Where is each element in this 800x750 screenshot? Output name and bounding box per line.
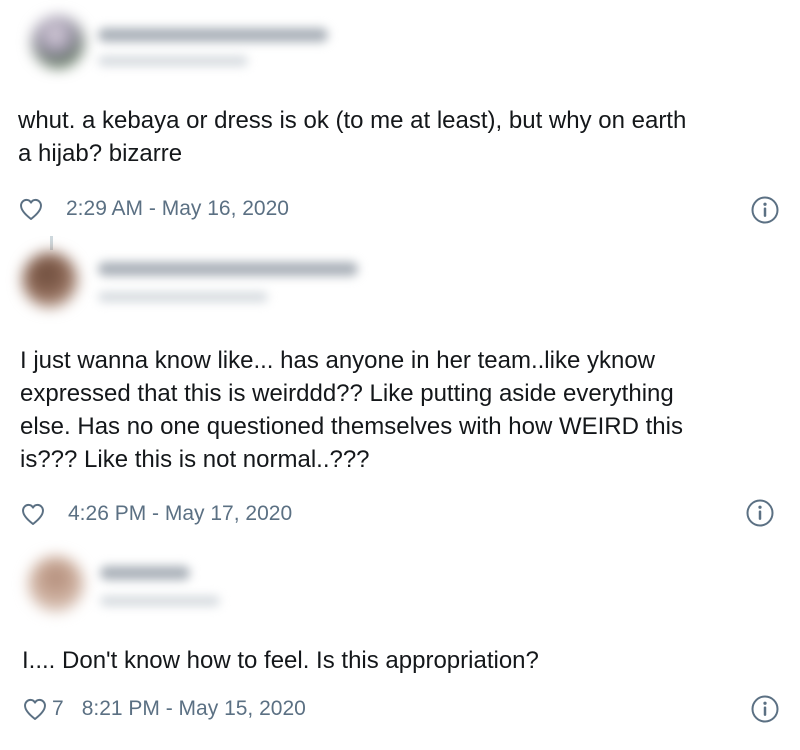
tweet-text-line: whut. a kebaya or dress is ok (to me at … xyxy=(18,107,687,134)
tweet-meta: 2:29 AM - May 16, 2020 xyxy=(18,194,289,224)
heart-icon[interactable] xyxy=(18,196,44,222)
author-name-blurred[interactable] xyxy=(100,566,190,580)
tweet-text-line: I.... Don't know how to feel. Is this ap… xyxy=(22,647,539,674)
timestamp[interactable]: 8:21 PM - May 15, 2020 xyxy=(82,697,306,721)
tweet-text-line: expressed that this is weirddd?? Like pu… xyxy=(20,380,674,407)
author-handle-blurred[interactable] xyxy=(98,56,248,66)
tweet-text: I.... Don't know how to feel. Is this ap… xyxy=(22,644,539,677)
avatar[interactable] xyxy=(28,556,84,612)
author-handle-blurred[interactable] xyxy=(98,292,268,302)
timestamp[interactable]: 2:29 AM - May 16, 2020 xyxy=(66,197,289,221)
tweet-meta: 7 8:21 PM - May 15, 2020 xyxy=(22,694,306,724)
tweet-text-line: is??? Like this is not normal..??? xyxy=(20,446,370,473)
info-icon[interactable] xyxy=(750,694,780,724)
heart-icon[interactable] xyxy=(22,696,48,722)
tweet-meta: 4:26 PM - May 17, 2020 xyxy=(20,499,292,529)
tweet-text-line: a hijab? bizarre xyxy=(18,140,183,167)
heart-icon[interactable] xyxy=(20,501,46,527)
tweet-text: whut. a kebaya or dress is ok (to me at … xyxy=(18,104,686,170)
avatar[interactable] xyxy=(32,16,84,68)
author-name-blurred[interactable] xyxy=(98,28,328,42)
tweet-text: I just wanna know like... has anyone in … xyxy=(20,344,683,476)
author-name-blurred[interactable] xyxy=(98,262,358,276)
info-icon[interactable] xyxy=(750,195,780,225)
author-handle-blurred[interactable] xyxy=(100,596,220,606)
thread-connector xyxy=(50,236,53,250)
avatar[interactable] xyxy=(22,252,78,308)
timestamp[interactable]: 4:26 PM - May 17, 2020 xyxy=(68,502,292,526)
like-count: 7 xyxy=(52,697,64,720)
info-icon[interactable] xyxy=(745,498,775,528)
tweet-text-line: I just wanna know like... has anyone in … xyxy=(20,347,655,374)
tweet-text-line: else. Has no one questioned themselves w… xyxy=(20,413,683,440)
